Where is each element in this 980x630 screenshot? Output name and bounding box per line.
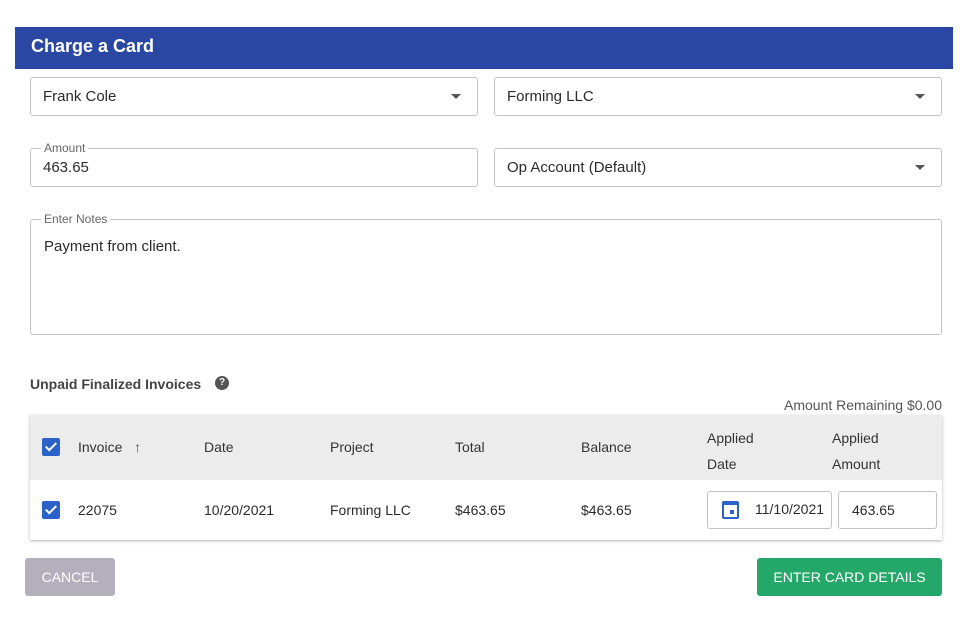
amount-label: Amount — [41, 141, 89, 155]
chevron-down-icon — [915, 165, 925, 170]
matter-value: Forming LLC — [507, 88, 594, 105]
column-total: Total — [455, 439, 485, 455]
cancel-button[interactable]: CANCEL — [25, 558, 115, 596]
client-value: Frank Cole — [43, 88, 117, 105]
invoice-date: 10/20/2021 — [204, 502, 275, 518]
account-value: Op Account (Default) — [507, 159, 647, 176]
enter-card-details-button[interactable]: ENTER CARD DETAILS — [757, 558, 942, 596]
column-invoice[interactable]: Invoice — [78, 439, 122, 455]
table-header: Invoice ↑ Date Project Total Balance App… — [30, 415, 942, 480]
matter-select[interactable]: Forming LLC — [494, 77, 942, 116]
calendar-icon[interactable] — [722, 501, 739, 519]
amount-remaining: Amount Remaining $0.00 — [784, 397, 942, 413]
column-project: Project — [330, 439, 374, 455]
arrow-up-icon[interactable]: ↑ — [134, 439, 141, 455]
client-select[interactable]: Frank Cole — [30, 77, 478, 116]
notes-field[interactable]: Enter Notes Payment from client. — [30, 212, 942, 335]
chevron-down-icon — [915, 94, 925, 99]
notes-label: Enter Notes — [41, 212, 111, 226]
invoice-project: Forming LLC — [330, 502, 411, 518]
applied-date-value: 11/10/2021 — [755, 501, 825, 517]
applied-amount-value: 463.65 — [852, 502, 895, 518]
row-checkbox-icon[interactable] — [42, 501, 60, 519]
dialog-title: Charge a Card — [31, 36, 155, 56]
column-balance: Balance — [581, 439, 632, 455]
invoice-total: $463.65 — [455, 502, 506, 518]
column-applied-date: Applied Date — [707, 430, 754, 472]
invoice-balance: $463.65 — [581, 502, 632, 518]
notes-value: Payment from client. — [44, 238, 181, 255]
amount-value: 463.65 — [43, 159, 89, 176]
dialog-header: Charge a Card — [15, 27, 953, 69]
account-select[interactable]: Op Account (Default) — [494, 148, 942, 187]
column-applied-amount: Applied Amount — [832, 430, 881, 472]
applied-date-input[interactable]: 11/10/2021 — [707, 491, 832, 529]
invoice-number: 22075 — [78, 502, 117, 518]
select-all-checkbox-icon[interactable] — [42, 438, 60, 456]
amount-field[interactable]: Amount 463.65 — [30, 141, 478, 187]
applied-amount-input[interactable]: 463.65 — [838, 491, 937, 529]
column-date: Date — [204, 439, 234, 455]
help-icon[interactable]: ? — [215, 376, 229, 390]
table-row: 22075 10/20/2021 Forming LLC $463.65 $46… — [30, 480, 942, 540]
invoices-table: Invoice ↑ Date Project Total Balance App… — [30, 415, 942, 540]
invoices-section-title: Unpaid Finalized Invoices — [30, 376, 202, 392]
chevron-down-icon — [451, 94, 461, 99]
